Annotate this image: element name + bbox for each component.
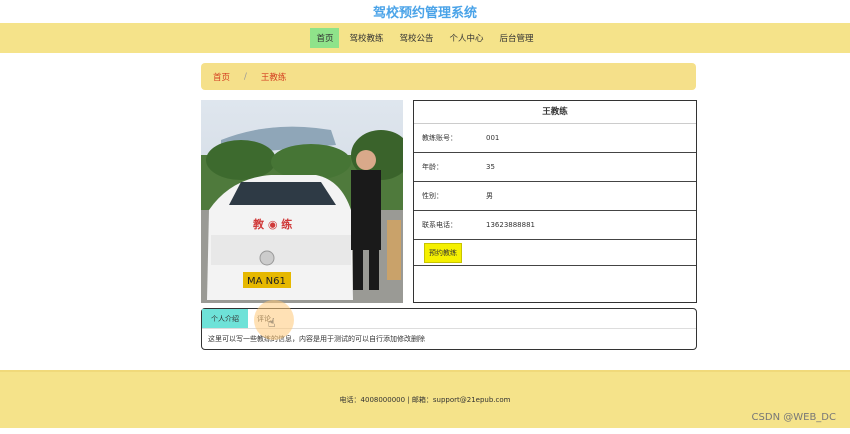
breadcrumb-current: 王教练	[260, 72, 287, 83]
nav-item-announcements[interactable]: 驾校公告	[393, 28, 439, 48]
info-value: 35	[486, 163, 495, 171]
info-label: 联系电话：	[422, 221, 457, 229]
hand-cursor-icon: ☝	[268, 316, 276, 330]
coach-photo: 教 ◉ 练 MA N61	[201, 100, 403, 303]
info-row-age: 年龄： 35	[414, 153, 696, 182]
info-value: 13623888881	[486, 221, 535, 229]
info-row-account: 教练账号： 001	[414, 124, 696, 153]
info-value: 男	[486, 192, 493, 200]
info-row-phone: 联系电话： 13623888881	[414, 211, 696, 240]
watermark: CSDN @WEB_DC	[751, 412, 836, 423]
breadcrumb: 首页 / 王教练	[201, 63, 696, 90]
info-label: 年龄：	[422, 163, 443, 171]
coach-name: 王教练	[414, 101, 696, 124]
main-navbar: 首页 驾校教练 驾校公告 个人中心 后台管理	[0, 23, 850, 53]
book-coach-button[interactable]: 预约教练	[424, 242, 462, 263]
site-title: 驾校预约管理系统	[372, 6, 477, 21]
info-row-gender: 性别： 男	[414, 182, 696, 211]
info-value: 001	[486, 134, 500, 142]
info-row-actions: 预约教练	[414, 240, 696, 266]
svg-text:教 ◉ 练: 教 ◉ 练	[252, 217, 292, 231]
info-label: 教练账号：	[422, 134, 457, 142]
nav-item-admin[interactable]: 后台管理	[494, 28, 540, 48]
tab-intro[interactable]: 个人介绍	[202, 309, 248, 328]
svg-text:MA N61: MA N61	[247, 276, 286, 287]
footer: 电话：4008000000 | 邮箱：support@21epub.com	[0, 370, 850, 428]
info-label: 性别：	[422, 192, 443, 200]
coach-info-panel: 王教练 教练账号： 001 年龄： 35 性别： 男 联系电话： 1362388…	[413, 100, 697, 303]
breadcrumb-separator: /	[244, 71, 247, 82]
nav-item-profile[interactable]: 个人中心	[444, 28, 490, 48]
footer-contact: 电话：4008000000 | 邮箱：support@21epub.com	[339, 396, 511, 404]
nav-item-home[interactable]: 首页	[310, 28, 340, 48]
breadcrumb-home-link[interactable]: 首页	[213, 71, 230, 83]
nav-item-coaches[interactable]: 驾校教练	[343, 28, 389, 48]
